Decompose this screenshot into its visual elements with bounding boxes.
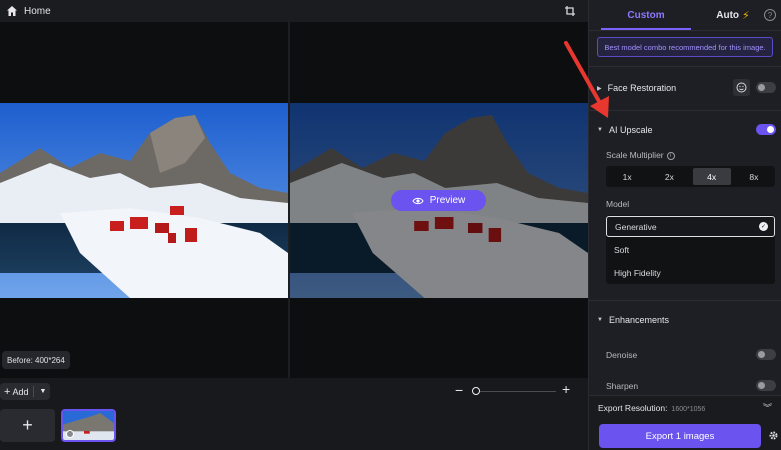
divider bbox=[589, 66, 781, 67]
tab-auto[interactable]: Auto ⚡ bbox=[703, 0, 763, 31]
preview-button[interactable]: Preview bbox=[391, 190, 486, 211]
add-button[interactable]: + Add ▼ bbox=[0, 383, 50, 400]
double-chevron-down-icon[interactable]: ︾ bbox=[763, 401, 772, 414]
export-resolution-value: 1600*1056 bbox=[671, 406, 706, 413]
zoom-out-button[interactable]: − bbox=[455, 383, 465, 397]
scale-option-2x[interactable]: 2x bbox=[650, 168, 688, 185]
plus-icon: + bbox=[4, 385, 11, 398]
add-image-tile[interactable]: + bbox=[0, 409, 55, 442]
chevron-down-icon[interactable]: ▼ bbox=[39, 388, 46, 395]
face-restoration-toggle[interactable] bbox=[756, 82, 776, 93]
sharpen-label: Sharpen bbox=[606, 381, 639, 391]
scale-option-8x[interactable]: 8x bbox=[735, 168, 773, 185]
export-section: Export Resolution: 1600*1056 ︾ Export 1 i… bbox=[589, 395, 781, 450]
denoise-toggle[interactable] bbox=[756, 349, 776, 360]
ai-upscale-toggle[interactable] bbox=[756, 124, 776, 135]
thumbnail-status-icon bbox=[66, 430, 74, 438]
before-size-badge: Before: 400*264 bbox=[2, 351, 70, 369]
home-link[interactable]: Home bbox=[24, 6, 51, 17]
divider bbox=[589, 300, 781, 301]
enhancements-label: Enhancements bbox=[608, 315, 669, 325]
active-tab-indicator bbox=[601, 28, 691, 30]
lightning-icon: ⚡ bbox=[742, 10, 750, 22]
help-icon[interactable]: ? bbox=[764, 9, 776, 21]
sharpen-toggle[interactable] bbox=[756, 380, 776, 391]
ai-upscale-header[interactable]: ▼ AI Upscale bbox=[597, 125, 652, 135]
tab-auto-label: Auto bbox=[716, 10, 740, 21]
settings-panel: Custom Auto ⚡ ? Best model combo recomme… bbox=[588, 0, 781, 450]
scale-option-4x[interactable]: 4x bbox=[692, 168, 731, 185]
top-bar: Home bbox=[0, 0, 588, 22]
scale-multiplier-text: Scale Multiplier bbox=[606, 150, 664, 160]
preview-label: Preview bbox=[429, 195, 466, 206]
caret-down-icon: ▼ bbox=[597, 317, 603, 323]
tab-custom[interactable]: Custom bbox=[589, 0, 703, 31]
export-resolution-label: Export Resolution: bbox=[598, 403, 668, 413]
model-option-generative[interactable]: Generative ✓ bbox=[606, 216, 775, 237]
export-button[interactable]: Export 1 images bbox=[599, 424, 761, 448]
bottom-toolbar: + Add ▼ − + + bbox=[0, 378, 588, 450]
scale-multiplier-selector: 1x 2x 4x 8x bbox=[606, 166, 775, 187]
home-icon[interactable] bbox=[6, 5, 18, 17]
zoom-slider[interactable] bbox=[473, 391, 556, 392]
model-option-high-fidelity[interactable]: High Fidelity bbox=[606, 262, 775, 283]
zoom-slider-knob[interactable] bbox=[472, 387, 480, 395]
scale-option-1x[interactable]: 1x bbox=[608, 168, 646, 185]
gear-icon[interactable] bbox=[768, 430, 779, 441]
model-list: Generative ✓ Soft High Fidelity bbox=[606, 215, 775, 284]
add-divider bbox=[33, 386, 35, 397]
scale-multiplier-label: Scale Multiplier i bbox=[606, 150, 675, 160]
before-image bbox=[0, 103, 288, 298]
enhancements-header[interactable]: ▼ Enhancements bbox=[597, 315, 669, 325]
face-restoration-label: Face Restoration bbox=[607, 83, 677, 93]
mode-tabs: Custom Auto ⚡ ? bbox=[589, 0, 781, 31]
add-label: Add bbox=[12, 386, 29, 397]
divider bbox=[589, 110, 781, 111]
eye-icon bbox=[412, 197, 424, 204]
ai-upscale-label: AI Upscale bbox=[608, 125, 653, 135]
check-icon: ✓ bbox=[759, 222, 768, 231]
denoise-label: Denoise bbox=[606, 350, 638, 360]
face-restoration-header[interactable]: ▶ Face Restoration bbox=[597, 83, 676, 93]
model-label: Model bbox=[606, 199, 630, 209]
zoom-in-button[interactable]: + bbox=[562, 382, 570, 396]
recommendation-banner[interactable]: Best model combo recommended for this im… bbox=[597, 37, 773, 57]
export-resolution: Export Resolution: 1600*1056 bbox=[598, 403, 705, 413]
caret-right-icon: ▶ bbox=[597, 85, 602, 92]
info-icon[interactable]: i bbox=[666, 151, 675, 160]
caret-down-icon: ▼ bbox=[597, 127, 603, 133]
face-icon[interactable] bbox=[733, 79, 750, 96]
model-option-soft[interactable]: Soft bbox=[606, 239, 775, 260]
model-option-label: Generative bbox=[615, 221, 657, 232]
image-thumbnail[interactable] bbox=[61, 409, 116, 442]
crop-icon[interactable] bbox=[564, 5, 576, 17]
